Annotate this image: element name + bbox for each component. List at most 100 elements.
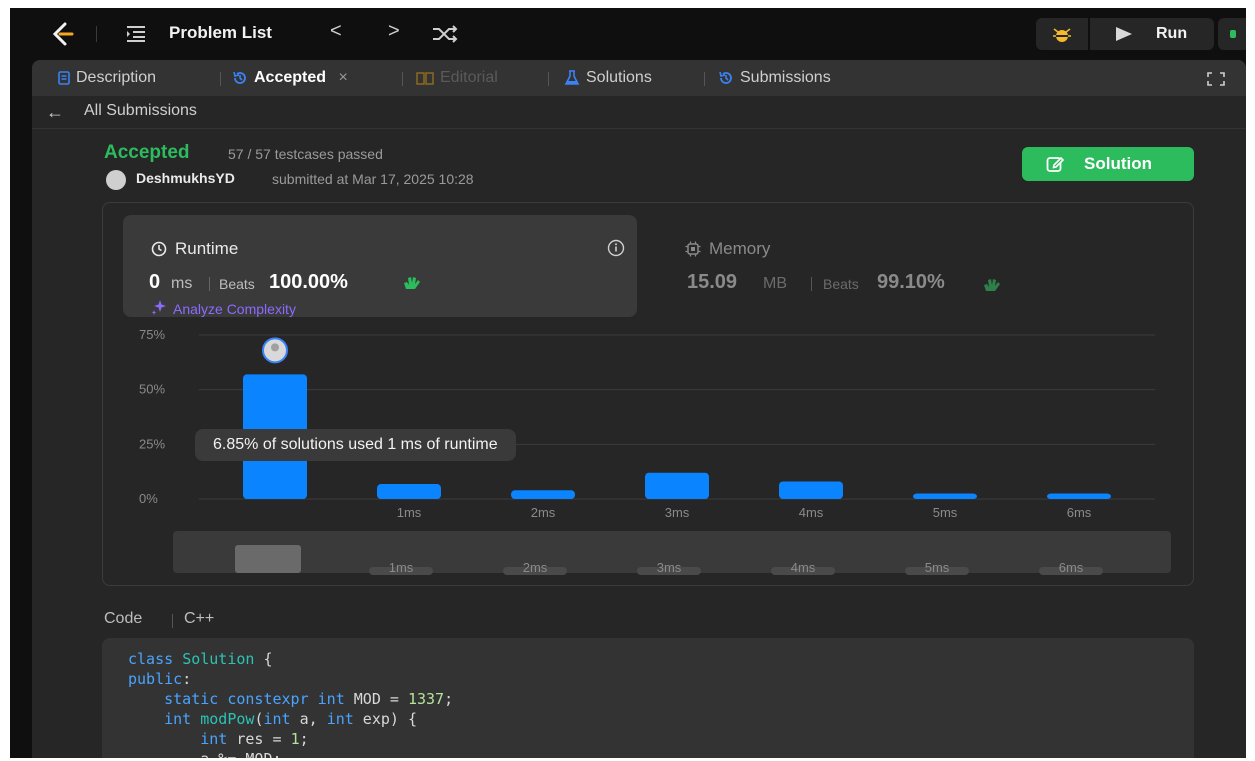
divider [402, 72, 403, 86]
run-button[interactable]: Run [1090, 18, 1214, 50]
tab-submissions[interactable]: Submissions [718, 69, 831, 87]
code-line: class Solution { [128, 650, 273, 668]
back-arrow-icon[interactable]: ← [46, 102, 64, 123]
runtime-beats-label: Beats [219, 276, 255, 292]
x-tick-label: 4ms [799, 505, 824, 520]
play-icon [1116, 27, 1132, 41]
shuffle-icon[interactable] [432, 24, 458, 44]
code-line: int modPow(int a, int exp) { [164, 710, 417, 728]
history-icon [233, 71, 246, 84]
history-icon [719, 71, 732, 84]
y-tick-label: 75% [139, 327, 165, 342]
x-tick-label: 3ms [665, 505, 690, 520]
author-name[interactable]: DeshmukhsYD [136, 170, 235, 186]
back-row: ← All Submissions [32, 96, 1246, 129]
memory-title[interactable]: Memory [709, 239, 770, 259]
bar[interactable] [1047, 493, 1111, 499]
tab-label: Submissions [740, 69, 831, 86]
divider [811, 277, 812, 291]
memory-unit: MB [763, 275, 787, 292]
maximize-icon[interactable] [1206, 71, 1226, 87]
solution-label: Solution [1084, 154, 1152, 173]
chart-tooltip: 6.85% of solutions used 1 ms of runtime [195, 429, 516, 461]
divider [96, 26, 97, 42]
overview-label: 3ms [657, 560, 682, 575]
submission-panel: Description Accepted × Editorial Solutio… [32, 60, 1246, 758]
x-tick-label: 5ms [933, 505, 958, 520]
stats-box: Runtime 0 ms Beats 100.00% Analyze Compl… [102, 202, 1194, 586]
runtime-unit: ms [171, 275, 193, 292]
divider [172, 614, 173, 628]
clock-icon [151, 241, 167, 257]
leetcode-logo-icon[interactable] [50, 22, 76, 46]
runtime-card[interactable]: Runtime 0 ms Beats 100.00% Analyze Compl… [123, 215, 637, 317]
runtime-title: Runtime [175, 239, 239, 258]
divider [704, 72, 705, 86]
next-problem-button[interactable]: > [388, 21, 400, 41]
book-icon [416, 72, 434, 85]
bar[interactable] [377, 484, 441, 499]
divider [209, 277, 210, 291]
runtime-value: 0 [149, 271, 161, 293]
edit-icon [1046, 156, 1064, 172]
x-tick-label: 6ms [1067, 505, 1092, 520]
avatar[interactable] [106, 170, 126, 190]
overview-selected-bar [235, 545, 301, 573]
top-bar: Problem List < > Run [10, 8, 1246, 60]
solution-button[interactable]: Solution [1022, 147, 1194, 181]
runtime-beats-pct: 100.00% [269, 271, 348, 293]
bar[interactable] [779, 481, 843, 499]
bug-icon [1053, 28, 1071, 42]
tab-editorial[interactable]: Editorial [416, 69, 498, 87]
tab-bar: Description Accepted × Editorial Solutio… [32, 60, 1246, 96]
y-tick-label: 0% [139, 491, 158, 506]
tab-accepted[interactable]: Accepted × [232, 69, 348, 87]
bar[interactable] [913, 493, 977, 499]
flask-icon [564, 69, 580, 85]
submit-button[interactable] [1218, 18, 1246, 50]
tab-description[interactable]: Description [58, 69, 156, 87]
overview-label: 2ms [523, 560, 548, 575]
y-tick-label: 50% [139, 382, 165, 397]
prev-problem-button[interactable]: < [330, 21, 342, 41]
overview-label: 1ms [389, 560, 414, 575]
code-block[interactable]: class Solution { public: static constexp… [102, 638, 1194, 758]
bar[interactable] [511, 490, 575, 499]
chip-icon [685, 241, 701, 257]
submitted-time: submitted at Mar 17, 2025 10:28 [272, 171, 474, 187]
tab-solutions[interactable]: Solutions [564, 69, 652, 87]
clap-icon [984, 279, 1000, 291]
code-line: static constexpr int MOD = 1337; [164, 690, 454, 708]
bar[interactable] [645, 472, 709, 499]
divider [548, 72, 549, 86]
debug-button[interactable] [1036, 18, 1088, 50]
all-submissions-link[interactable]: All Submissions [84, 102, 197, 120]
overview-label: 6ms [1059, 560, 1084, 575]
overview-label: 5ms [925, 560, 950, 575]
memory-beats-label: Beats [823, 276, 859, 292]
analyze-complexity-button[interactable]: Analyze Complexity [173, 301, 296, 317]
memory-value: 15.09 [687, 271, 738, 293]
tab-label: Description [76, 69, 157, 86]
run-label: Run [1156, 25, 1188, 42]
close-tab-icon[interactable]: × [338, 69, 347, 86]
status-accepted: Accepted [104, 142, 190, 163]
y-tick-label: 25% [139, 436, 165, 451]
x-tick-label: 1ms [397, 505, 422, 520]
list-icon[interactable] [126, 25, 146, 43]
avatar-head [271, 343, 279, 352]
problem-list-link[interactable]: Problem List [169, 23, 272, 43]
code-line: int res = 1; [200, 730, 309, 748]
upload-icon [1230, 30, 1236, 38]
clap-icon [404, 277, 420, 289]
tab-label: Accepted [254, 69, 327, 86]
sparkle-icon [151, 300, 166, 315]
app-window: Problem List < > Run Description Accepte… [10, 8, 1246, 758]
code-language: C++ [184, 610, 215, 627]
tab-label: Editorial [440, 69, 498, 86]
overview-label: 4ms [791, 560, 816, 575]
divider [220, 72, 221, 86]
memory-beats-pct: 99.10% [877, 271, 945, 293]
document-icon [58, 70, 70, 85]
info-icon[interactable] [607, 239, 625, 257]
